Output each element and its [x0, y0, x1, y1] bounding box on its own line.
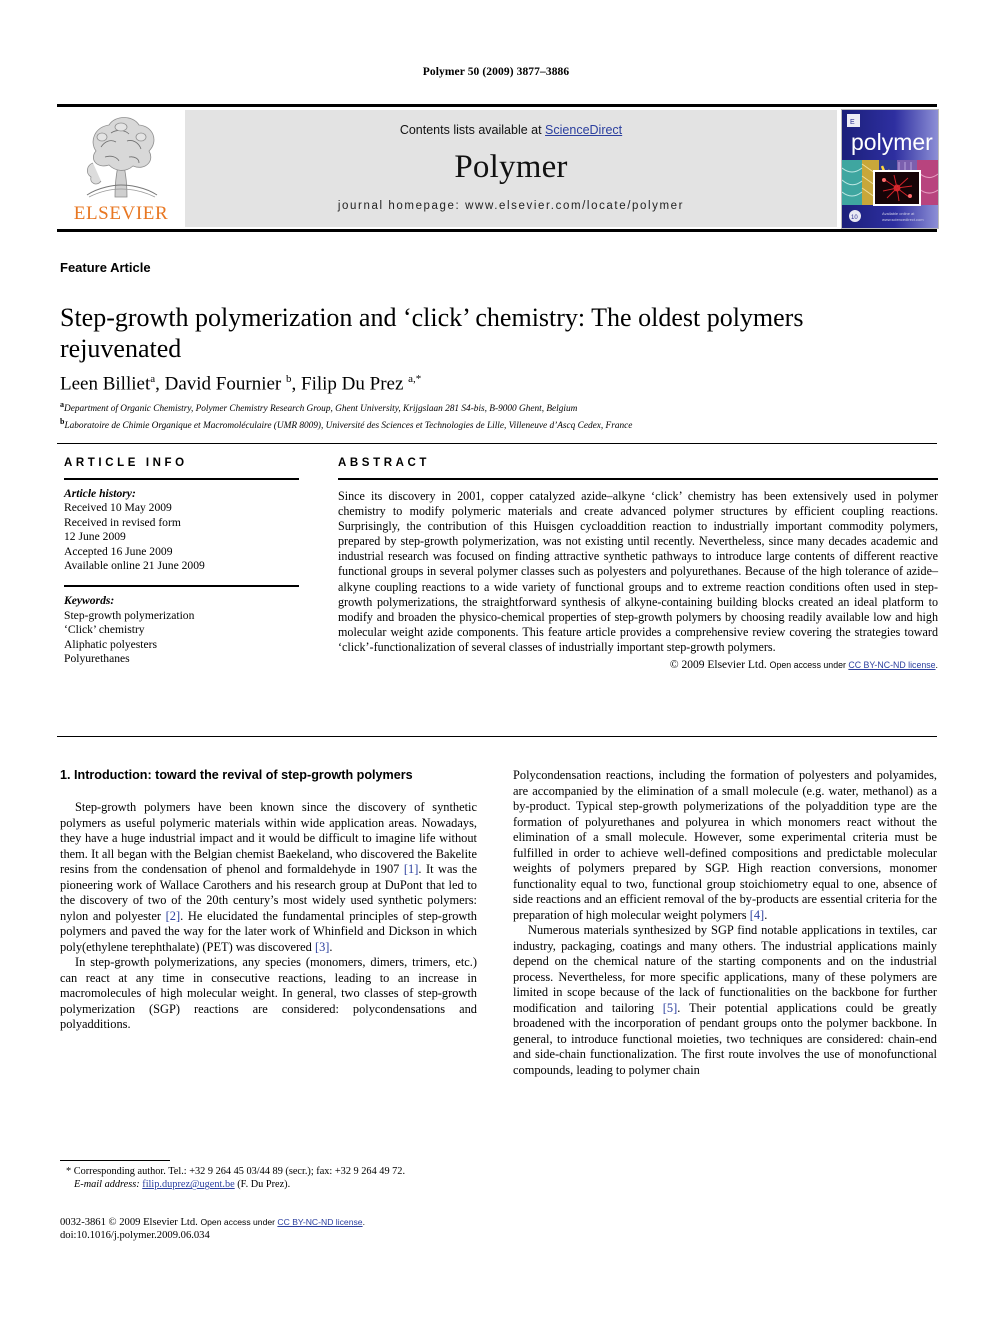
abstract-copyright: © 2009 Elsevier Ltd. Open access under C…: [338, 659, 938, 671]
elsevier-logo: ELSEVIER: [65, 111, 177, 226]
svg-text:polymer: polymer: [851, 129, 933, 155]
sciencedirect-link[interactable]: ScienceDirect: [545, 123, 622, 137]
article-info-rule: [64, 478, 299, 480]
journal-cover-thumbnail: E polymer 10 Available online at www.sci…: [841, 109, 939, 229]
issn-copyright-line: 0032-3861 © 2009 Elsevier Ltd. Open acce…: [60, 1216, 490, 1229]
affiliation-b: bLaboratoire de Chimie Organique et Macr…: [60, 416, 940, 433]
issn-text: 0032-3861 © 2009 Elsevier Ltd.: [60, 1217, 198, 1228]
affiliation-a-text: Department of Organic Chemistry, Polymer…: [64, 404, 578, 415]
info-band-bottom-rule: [57, 736, 937, 737]
history-line: 12 June 2009: [64, 530, 126, 544]
keywords-block: Keywords: Step-growth polymerization ‘Cl…: [64, 594, 299, 666]
journal-cover-art: E polymer 10 Available online at www.sci…: [842, 110, 938, 228]
keyword-item: Aliphatic polyesters: [64, 637, 158, 651]
abstract-rule: [338, 478, 938, 480]
article-type-label: Feature Article: [60, 260, 151, 275]
paragraph: In step-growth polymerizations, any spec…: [60, 955, 477, 1031]
keyword-item: Polyurethanes: [64, 652, 130, 666]
masthead-center: Contents lists available at ScienceDirec…: [185, 110, 837, 227]
citation-reference[interactable]: [5]: [663, 1001, 677, 1015]
keywords-rule: [64, 585, 299, 588]
email-address-label: E-mail address:: [74, 1179, 140, 1191]
masthead-bottom-rule: [57, 229, 937, 232]
author-list: Leen Billieta, David Fournier b, Filip D…: [60, 373, 422, 395]
copyright-text: © 2009 Elsevier Ltd.: [669, 659, 767, 672]
paragraph: Polycondensation reactions, including th…: [513, 768, 937, 922]
email-link[interactable]: filip.duprez@ugent.be: [142, 1179, 234, 1190]
svg-text:E: E: [850, 119, 855, 126]
citation-reference[interactable]: [4]: [750, 908, 764, 922]
keywords-label: Keywords:: [64, 594, 115, 608]
corresponding-author-mark: *: [66, 1166, 72, 1177]
footnote-rule: [60, 1160, 170, 1161]
history-line: Received in revised form: [64, 515, 181, 529]
elsevier-wordmark: ELSEVIER: [73, 203, 169, 224]
journal-masthead: ELSEVIER Contents lists available at Sci…: [57, 104, 939, 232]
paragraph: Step-growth polymers have been known sin…: [60, 800, 478, 954]
issn-open-access: Open access under: [200, 1217, 278, 1227]
email-person: (F. Du Prez).: [237, 1179, 291, 1191]
body-column-right: Polycondensation reactions, including th…: [513, 768, 937, 1078]
journal-homepage[interactable]: journal homepage: www.elsevier.com/locat…: [185, 200, 837, 212]
body-column-left: 1. Introduction: toward the revival of s…: [60, 768, 477, 1033]
affiliation-a: aDepartment of Organic Chemistry, Polyme…: [60, 399, 940, 416]
article-history: Article history: Received 10 May 2009 Re…: [64, 487, 299, 573]
contents-available-line: Contents lists available at ScienceDirec…: [185, 123, 837, 137]
article-info-column: ARTICLE INFO Article history: Received 1…: [64, 457, 299, 666]
abstract-text: Since its discovery in 2001, copper cata…: [338, 489, 938, 654]
elsevier-tree-icon: [71, 111, 171, 206]
corresponding-author-note: * Corresponding author. Tel.: +32 9 264 …: [60, 1165, 480, 1191]
doi-line: doi:10.1016/j.polymer.2009.06.034: [60, 1230, 210, 1242]
page-title: Step-growth polymerization and ‘click’ c…: [60, 303, 804, 364]
info-band-top-rule: [57, 443, 937, 444]
imprint-block: 0032-3861 © 2009 Elsevier Ltd. Open acce…: [60, 1216, 490, 1243]
svg-text:Available online at: Available online at: [882, 211, 915, 216]
paragraph: Numerous materials synthesized by SGP fi…: [513, 923, 937, 1077]
cc-license-link[interactable]: CC BY-NC-ND license: [848, 660, 935, 670]
paper-page: Polymer 50 (2009) 3877–3886 ELSEVIER Con…: [0, 0, 992, 1323]
open-access-text: Open access under: [769, 660, 849, 671]
abstract-heading: ABSTRACT: [338, 457, 431, 469]
history-line: Accepted 16 June 2009: [64, 544, 173, 558]
masthead-top-rule: [57, 104, 937, 107]
affiliation-b-text: Laboratoire de Chimie Organique et Macro…: [64, 420, 633, 431]
keyword-item: ‘Click’ chemistry: [64, 623, 145, 637]
license-suffix: .: [935, 660, 938, 671]
running-head: Polymer 50 (2009) 3877–3886: [422, 66, 570, 78]
article-history-label: Article history:: [64, 487, 136, 500]
journal-title: Polymer: [454, 149, 568, 185]
issn-license-suffix: .: [362, 1217, 365, 1227]
svg-text:www.sciencedirect.com: www.sciencedirect.com: [882, 217, 924, 222]
corresponding-author-text: Corresponding author. Tel.: +32 9 264 45…: [73, 1166, 406, 1177]
citation-reference[interactable]: [2]: [166, 909, 180, 923]
section-heading-introduction: 1. Introduction: toward the revival of s…: [60, 768, 413, 782]
citation-reference[interactable]: [3]: [315, 940, 329, 954]
citation-reference[interactable]: [1]: [404, 862, 418, 876]
history-line: Received 10 May 2009: [64, 501, 172, 515]
contents-prefix: Contents lists available at: [399, 123, 546, 137]
affiliations: aDepartment of Organic Chemistry, Polyme…: [60, 399, 940, 432]
abstract-column: ABSTRACT Since its discovery in 2001, co…: [338, 457, 938, 671]
article-info-heading: ARTICLE INFO: [64, 457, 188, 469]
issn-license-link[interactable]: CC BY-NC-ND license: [277, 1217, 362, 1227]
svg-text:10: 10: [851, 215, 858, 221]
history-line: Available online 21 June 2009: [64, 559, 205, 573]
keyword-item: Step-growth polymerization: [64, 608, 195, 622]
